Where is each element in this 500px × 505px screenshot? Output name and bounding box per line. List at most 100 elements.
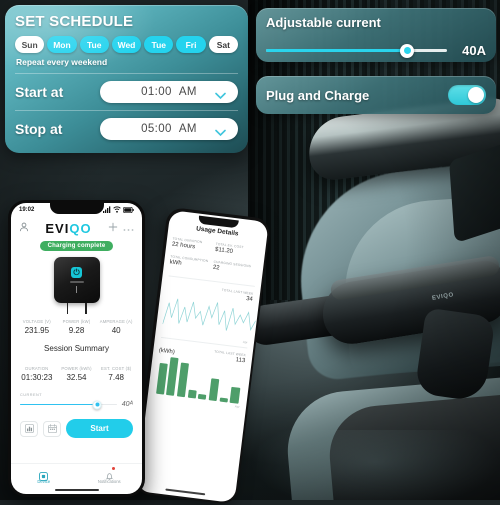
session-stat-key: EST. COST ($): [96, 366, 136, 371]
usage-stat-cell: TOTAL CONSUMPTION kWh: [169, 254, 214, 270]
logo-text: EVI: [45, 221, 69, 236]
bar-axis-label: Apr: [235, 404, 240, 409]
status-bar: 19:02: [11, 203, 142, 216]
person-icon[interactable]: [19, 219, 29, 237]
set-schedule-card: SET SCHEDULE Sun Mon Tue Wed Tue Fri Sat…: [5, 5, 248, 153]
repeat-text: Repeat every weekend: [16, 57, 238, 67]
status-time: 19:02: [19, 207, 34, 213]
live-stat-key: AMPERAGE (A): [96, 319, 136, 324]
day-chip-wed[interactable]: Wed: [112, 36, 141, 53]
wifi-icon: [113, 206, 121, 213]
day-chip-sat[interactable]: Sat: [209, 36, 238, 53]
phone-main-app: 19:02 EVIQO Charging complete: [8, 200, 145, 497]
live-stat-amperage: AMPERAGE (A) 40: [96, 319, 136, 335]
session-stat-cost: EST. COST ($) 7.48: [96, 366, 136, 382]
phone-main-screen: 19:02 EVIQO Charging complete: [11, 203, 142, 494]
app-bar: EVIQO: [11, 216, 142, 239]
session-stat-power: POWER (kWh) 32.54: [57, 366, 97, 382]
phone-current-slider-handle[interactable]: [93, 400, 102, 409]
stop-at-label: Stop at: [15, 121, 62, 137]
current-slider-row: 40A: [266, 43, 486, 58]
more-horizontal-icon[interactable]: [123, 219, 134, 237]
live-stat-power: POWER (kW) 9.28: [57, 319, 97, 335]
bell-icon: [105, 468, 114, 477]
session-stat-duration: DURATION 01:30:23: [17, 366, 57, 382]
live-stat-key: POWER (kW): [57, 319, 97, 324]
live-stat-value: 40: [96, 326, 136, 335]
plug-and-charge-toggle[interactable]: [448, 85, 486, 105]
stop-time-dropdown[interactable]: 05:00 AM: [100, 118, 238, 140]
plus-icon[interactable]: [108, 219, 118, 237]
live-stat-value: 9.28: [57, 326, 97, 335]
charger-cable-left: [67, 303, 69, 314]
session-summary-title: Session Summary: [11, 344, 142, 353]
session-stat-key: POWER (kWh): [57, 366, 97, 371]
day-chip-tue[interactable]: Tue: [80, 36, 109, 53]
adjustable-current-panel: Adjustable current 40A: [256, 8, 496, 62]
charger-device-image: ⏻: [11, 257, 142, 303]
current-slider-value: 40A: [456, 43, 486, 58]
divider: [15, 73, 238, 74]
live-stats-row: VOLTAGE (V) 231.95 POWER (kW) 9.28 AMPER…: [11, 319, 142, 335]
status-icons: [103, 206, 134, 213]
current-slider-fill: [266, 49, 407, 52]
current-slider[interactable]: [266, 49, 447, 52]
stats-icon[interactable]: [20, 421, 38, 437]
stop-at-row: Stop at 05:00 AM: [15, 115, 238, 143]
plug-and-charge-panel: Plug and Charge: [256, 76, 496, 114]
battery-icon: [123, 207, 134, 213]
charger-cable-right: [85, 303, 87, 314]
session-stat-key: DURATION: [17, 366, 57, 371]
session-stat-value: 01:30:23: [17, 373, 57, 382]
bar-chart-bar: [230, 387, 240, 403]
day-chip-sun[interactable]: Sun: [15, 36, 44, 53]
tab-notifications[interactable]: Notifications: [77, 468, 143, 484]
session-stats-row: DURATION 01:30:23 POWER (kWh) 32.54 EST.…: [11, 366, 142, 382]
start-button[interactable]: Start: [66, 419, 133, 438]
bar-chart-bar: [187, 389, 196, 398]
floor-glow: [250, 430, 500, 500]
live-stat-value: 231.95: [17, 326, 57, 335]
signal-icon: [103, 206, 111, 213]
day-chip-thu[interactable]: Tue: [144, 36, 173, 53]
session-stat-value: 7.48: [96, 373, 136, 382]
chevron-down-icon: [215, 87, 226, 105]
day-chip-mon[interactable]: Mon: [47, 36, 76, 53]
bar-chart-bar: [156, 363, 168, 394]
start-at-label: Start at: [15, 84, 63, 100]
line-axis-label: Apr: [243, 339, 248, 344]
current-control-label: CURRENT: [20, 393, 133, 397]
start-at-row: Start at 01:00 AM: [15, 78, 238, 106]
tab-bar: Device Notifications: [11, 463, 142, 487]
action-row: Start: [11, 419, 142, 438]
start-time-meridiem: AM: [179, 86, 197, 98]
bar-chart-bar: [209, 378, 220, 401]
power-icon: ⏻: [71, 267, 82, 278]
usage-stat-cell: TOTAL DURATION 22 hours: [172, 236, 217, 252]
start-time-dropdown[interactable]: 01:00 AM: [100, 81, 238, 103]
app-logo: EVIQO: [45, 221, 91, 236]
phone-current-slider-fill: [20, 404, 97, 406]
divider: [15, 110, 238, 111]
phone-current-value: 40ᴬ: [122, 401, 133, 408]
schedule-title: SET SCHEDULE: [15, 13, 238, 30]
home-indicator: [55, 489, 99, 491]
status-badge-wrap: Charging complete: [11, 241, 142, 251]
usage-stat-cell: TOTAL EV. COST $11.20: [215, 241, 260, 257]
day-selector[interactable]: Sun Mon Tue Wed Tue Fri Sat: [15, 36, 238, 53]
session-stat-value: 32.54: [57, 373, 97, 382]
device-icon: [39, 468, 48, 477]
phone-current-slider[interactable]: [20, 404, 117, 406]
calendar-icon[interactable]: [43, 421, 61, 437]
usage-stat-cell: CHARGING SESSIONS 22: [213, 259, 258, 275]
current-slider-handle[interactable]: [400, 44, 414, 58]
tab-device[interactable]: Device: [11, 468, 77, 484]
usage-stats-grid: TOTAL DURATION 22 hours TOTAL EV. COST $…: [169, 236, 260, 282]
current-control-block: CURRENT 40ᴬ: [11, 393, 142, 408]
logo-accent-text: QO: [69, 221, 91, 236]
live-stat-voltage: VOLTAGE (V) 231.95: [17, 319, 57, 335]
stop-time-meridiem: AM: [179, 123, 197, 135]
live-stat-key: VOLTAGE (V): [17, 319, 57, 324]
day-chip-fri[interactable]: Fri: [176, 36, 205, 53]
bar-chart-bar: [177, 362, 189, 396]
